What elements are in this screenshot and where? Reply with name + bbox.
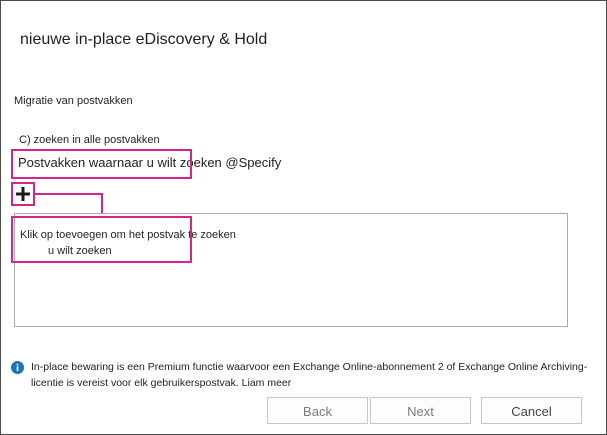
highlight-connector xyxy=(101,193,103,215)
search-all-mailboxes-option[interactable]: C) zoeken in alle postvakken xyxy=(19,134,160,146)
highlight-add-button xyxy=(11,182,35,206)
info-icon xyxy=(11,361,24,374)
dialog-title: nieuwe in-place eDiscovery & Hold xyxy=(20,31,268,48)
premium-feature-notice: In-place bewaring is een Premium functie… xyxy=(31,361,588,389)
next-button[interactable]: Next xyxy=(370,397,471,424)
highlight-mailbox-label xyxy=(11,149,192,179)
section-label: Migratie van postvakken xyxy=(14,95,133,107)
cancel-button[interactable]: Cancel xyxy=(481,397,582,424)
highlight-hint xyxy=(11,216,192,263)
highlight-connector xyxy=(35,193,103,195)
back-button[interactable]: Back xyxy=(267,397,368,424)
